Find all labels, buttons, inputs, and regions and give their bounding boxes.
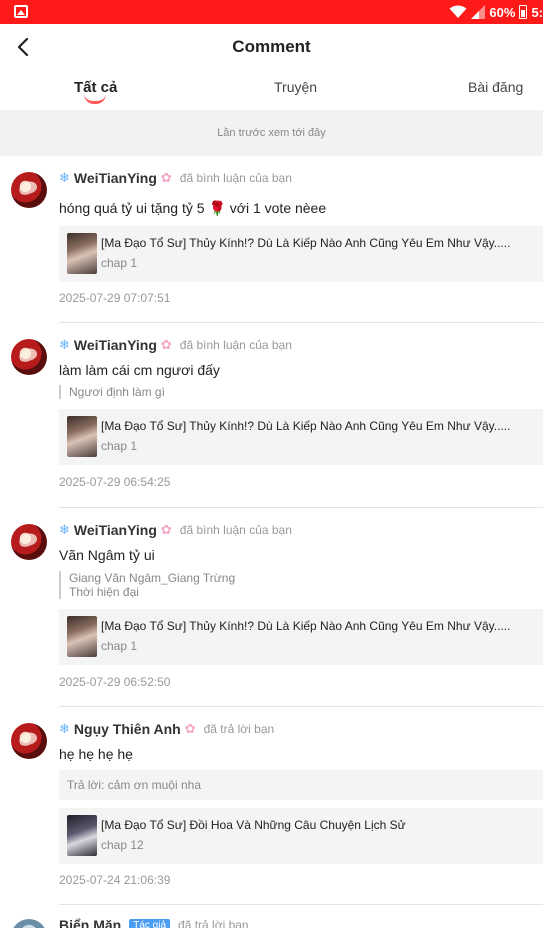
- story-cover-image: [67, 416, 97, 457]
- timestamp: 2025-07-29 06:54:25: [59, 475, 171, 489]
- reply-quote: Trả lời: cảm ơn muội nha: [59, 770, 543, 800]
- snowflake-icon: ❄: [59, 337, 70, 352]
- story-title: [Ma Đạo Tổ Sư] Thủy Kính!? Dù Là Kiếp Nà…: [101, 619, 511, 633]
- timestamp: 2025-07-29 06:52:50: [59, 675, 171, 689]
- timestamp: 2025-07-24 21:06:39: [59, 873, 171, 887]
- action-text: đã trả lời bạn: [178, 918, 249, 928]
- comment-text-tail: với 1 vote nèee: [229, 200, 327, 216]
- notification-list: ❄ WeiTianYing ✿ đã bình luận của bạn hón…: [0, 156, 543, 928]
- author-badge: Tác giả: [129, 918, 171, 928]
- flower-icon: ✿: [160, 522, 172, 537]
- last-viewed-notice: Lần trước xem tới đây: [0, 110, 543, 156]
- avatar[interactable]: [11, 524, 47, 560]
- app-header: Comment: [0, 24, 543, 70]
- flower-icon: ✿: [160, 337, 172, 352]
- story-card[interactable]: [Ma Đạo Tổ Sư] Đồi Hoa Và Những Câu Chuy…: [59, 808, 543, 864]
- list-item[interactable]: Biển Mặn Tác giả đã trả lời bạn: [0, 905, 543, 928]
- comment-text-part: hóng quá tỷ ui tặng tỷ 5: [59, 200, 205, 216]
- avatar[interactable]: [11, 172, 47, 208]
- battery-percent: 60%: [489, 4, 516, 20]
- tab-posts[interactable]: Bài đăng: [468, 79, 523, 95]
- avatar[interactable]: [11, 919, 47, 928]
- username[interactable]: Ngụy Thiên Anh: [74, 721, 181, 737]
- action-text: đã trả lời bạn: [203, 722, 275, 736]
- story-title: [Ma Đạo Tổ Sư] Thủy Kính!? Dù Là Kiếp Nà…: [101, 236, 511, 250]
- comment-text: hẹ hẹ hẹ hẹ: [59, 746, 133, 762]
- timestamp: 2025-07-29 07:07:51: [59, 291, 171, 305]
- quote-line: Thời hiện đại: [69, 585, 139, 599]
- status-bar: 60% 5:: [0, 0, 543, 24]
- story-title: [Ma Đạo Tổ Sư] Thủy Kính!? Dù Là Kiếp Nà…: [101, 419, 511, 433]
- wifi-icon: [449, 5, 467, 18]
- story-card[interactable]: [Ma Đạo Tổ Sư] Thủy Kính!? Dù Là Kiếp Nà…: [59, 409, 543, 465]
- story-cover-image: [67, 233, 97, 274]
- story-card[interactable]: [Ma Đạo Tổ Sư] Thủy Kính!? Dù Là Kiếp Nà…: [59, 609, 543, 665]
- quoted-text: Ngươi định làm gì: [59, 385, 165, 399]
- active-tab-indicator: [84, 94, 106, 104]
- username[interactable]: WeiTianYing: [74, 170, 157, 186]
- story-chapter: chap 12: [101, 838, 144, 852]
- flower-icon: ✿: [184, 721, 196, 736]
- comment-text: Vãn Ngâm tỷ ui: [59, 547, 155, 563]
- tab-bar: Tất cả Truyện Bài đăng: [0, 70, 543, 110]
- username[interactable]: WeiTianYing: [74, 337, 157, 353]
- clock: 5:: [531, 4, 543, 20]
- username[interactable]: WeiTianYing: [74, 522, 157, 538]
- comment-text: làm làm cái cm ngươi đấy: [59, 362, 220, 378]
- action-text: đã bình luận của bạn: [179, 338, 292, 352]
- story-title: [Ma Đạo Tổ Sư] Đồi Hoa Và Những Câu Chuy…: [101, 818, 406, 832]
- battery-icon: [519, 5, 528, 19]
- story-card[interactable]: [Ma Đạo Tổ Sư] Thủy Kính!? Dù Là Kiếp Nà…: [59, 226, 543, 282]
- gallery-notification-icon: [14, 5, 28, 18]
- action-text: đã bình luận của bạn: [179, 523, 292, 537]
- snowflake-icon: ❄: [59, 522, 70, 537]
- quote-line: Giang Vãn Ngâm_Giang Trừng: [69, 571, 236, 585]
- avatar[interactable]: [11, 723, 47, 759]
- list-item[interactable]: ❄ WeiTianYing ✿ đã bình luận của bạn làm…: [0, 323, 543, 508]
- flower-icon: ✿: [160, 170, 172, 185]
- list-item[interactable]: ❄ WeiTianYing ✿ đã bình luận của bạn hón…: [0, 156, 543, 323]
- story-chapter: chap 1: [101, 439, 138, 453]
- comment-text: hóng quá tỷ ui tặng tỷ 5 🌹 với 1 vote nè…: [59, 200, 326, 217]
- story-cover-image: [67, 616, 97, 657]
- story-chapter: chap 1: [101, 639, 138, 653]
- quoted-text: Giang Vãn Ngâm_Giang Trừng Thời hiện đại: [59, 571, 235, 599]
- page-title: Comment: [232, 37, 311, 56]
- story-chapter: chap 1: [101, 256, 138, 270]
- list-item[interactable]: ❄ Ngụy Thiên Anh ✿ đã trả lời bạn hẹ hẹ …: [0, 707, 543, 905]
- story-cover-image: [67, 815, 97, 856]
- username[interactable]: Biển Mặn: [59, 917, 121, 928]
- tab-stories[interactable]: Truyện: [274, 79, 317, 95]
- action-text: đã bình luận của bạn: [179, 171, 292, 185]
- signal-icon: [471, 5, 486, 19]
- avatar[interactable]: [11, 339, 47, 375]
- snowflake-icon: ❄: [59, 170, 70, 185]
- snowflake-icon: ❄: [59, 721, 70, 736]
- rose-emoji-icon: 🌹: [208, 200, 226, 216]
- list-item[interactable]: ❄ WeiTianYing ✿ đã bình luận của bạn Vãn…: [0, 508, 543, 707]
